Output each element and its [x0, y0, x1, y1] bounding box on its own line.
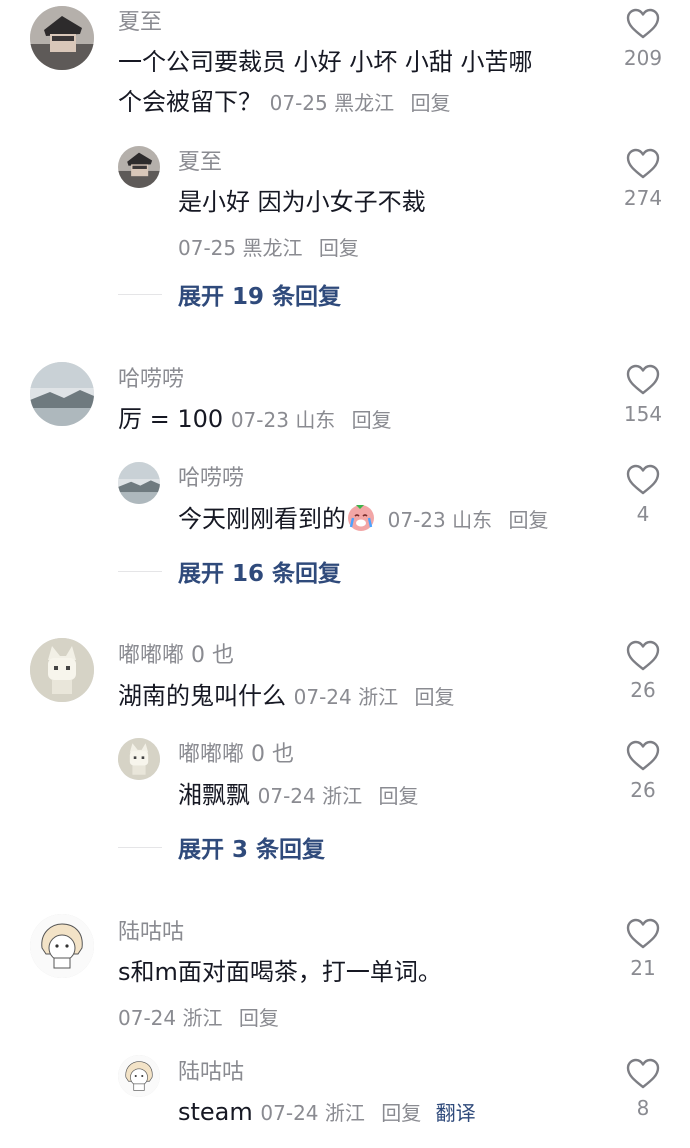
- reply-button[interactable]: 回复: [319, 236, 359, 260]
- divider: [118, 293, 162, 295]
- like-button[interactable]: 209: [618, 8, 668, 70]
- comment-text[interactable]: 一个公司要裁员 小好 小坏 小甜 小苦哪 个会被留下？ 07-25 黑龙江 回复: [118, 42, 588, 123]
- heart-outline-icon: [626, 8, 660, 40]
- heart-outline-icon: [626, 740, 660, 772]
- comment-date: 07-25: [269, 91, 328, 115]
- expand-replies-label: 展开 19 条回复: [178, 284, 342, 310]
- translate-button[interactable]: 翻译: [436, 1101, 476, 1125]
- reply-date: 07-24: [260, 1101, 319, 1125]
- crying-face-emoji: [348, 505, 374, 531]
- heart-outline-icon: [626, 464, 660, 496]
- heart-outline-icon: [626, 640, 660, 672]
- comment-text[interactable]: 湖南的鬼叫什么 07-24 浙江 回复: [118, 676, 454, 717]
- reply-button[interactable]: 回复: [410, 91, 450, 115]
- like-count: 4: [636, 502, 650, 526]
- comment-text-continued: 个会被留下？: [118, 88, 262, 116]
- comment-date: 07-24: [118, 1006, 177, 1030]
- reply-button[interactable]: 回复: [378, 784, 418, 808]
- reply-text[interactable]: 是小好 因为小女子不裁: [178, 182, 426, 222]
- reply-location: 浙江: [324, 1101, 365, 1125]
- like-count: 21: [630, 956, 656, 980]
- like-count: 274: [623, 186, 663, 210]
- avatar[interactable]: [30, 362, 94, 426]
- reply-meta: 07-25 黑龙江 回复: [178, 232, 359, 261]
- heart-outline-icon: [626, 1058, 660, 1090]
- like-button[interactable]: 8: [618, 1058, 668, 1120]
- like-button[interactable]: 26: [618, 740, 668, 802]
- expand-replies-button[interactable]: 展开 3 条回复: [118, 832, 326, 863]
- heart-outline-icon: [626, 918, 660, 950]
- like-button[interactable]: 154: [618, 364, 668, 426]
- comment-username[interactable]: 夏至: [118, 10, 162, 36]
- comment-date: 07-24: [293, 685, 352, 709]
- reply-text-content: steam: [178, 1098, 253, 1126]
- comment-meta: 07-24 浙江 回复: [118, 1002, 279, 1031]
- comment-username[interactable]: 嘟嘟嘟 0 也: [118, 643, 234, 669]
- like-count: 8: [636, 1096, 650, 1120]
- reply-username[interactable]: 嘟嘟嘟 0 也: [178, 742, 294, 768]
- like-count: 26: [630, 778, 656, 802]
- reply-text-content: 今天刚刚看到的: [178, 505, 346, 533]
- reply-text[interactable]: steam 07-24 浙江 回复 翻译: [178, 1092, 476, 1133]
- reply-avatar[interactable]: [118, 738, 160, 780]
- expand-replies-label: 展开 16 条回复: [178, 561, 342, 587]
- comment-text-content: 厉 = 100: [118, 405, 224, 433]
- reply-avatar[interactable]: [118, 1055, 160, 1097]
- reply-avatar[interactable]: [118, 146, 160, 188]
- comment-location: 黑龙江: [334, 91, 395, 115]
- divider: [118, 846, 162, 848]
- reply-button[interactable]: 回复: [508, 508, 548, 532]
- comment-text-content: 湖南的鬼叫什么: [118, 682, 286, 710]
- reply-username[interactable]: 哈唠唠: [178, 466, 244, 492]
- reply-meta: 07-24 浙江 回复: [258, 784, 419, 808]
- comment-date: 07-23: [230, 408, 289, 432]
- reply-username[interactable]: 夏至: [178, 150, 222, 176]
- comment-text[interactable]: s和m面对面喝茶，打一单词。: [118, 952, 442, 992]
- like-button[interactable]: 26: [618, 640, 668, 702]
- reply-meta: 07-23 山东 回复: [388, 508, 549, 532]
- like-button[interactable]: 4: [618, 464, 668, 526]
- expand-replies-label: 展开 3 条回复: [178, 837, 326, 863]
- like-count: 26: [630, 678, 656, 702]
- comment-text-line: 一个公司要裁员 小好 小坏 小甜 小苦哪: [118, 48, 533, 76]
- reply-location: 浙江: [322, 784, 363, 808]
- avatar[interactable]: [30, 638, 94, 702]
- reply-date: 07-24: [257, 784, 316, 808]
- reply-text[interactable]: 今天刚刚看到的 07-23 山东 回复: [178, 499, 548, 540]
- reply-location: 黑龙江: [242, 236, 303, 260]
- comment-meta: 07-25 黑龙江 回复: [270, 91, 451, 115]
- reply-text-content: 湘飘飘: [178, 781, 250, 809]
- comment-location: 山东: [295, 408, 336, 432]
- avatar[interactable]: [30, 6, 94, 70]
- heart-outline-icon: [626, 364, 660, 396]
- avatar[interactable]: [30, 914, 94, 978]
- reply-button[interactable]: 回复: [414, 685, 454, 709]
- comment-text-line: 个会被留下？ 07-25 黑龙江 回复: [118, 82, 588, 123]
- comment-meta: 07-23 山东 回复: [231, 408, 392, 432]
- expand-replies-button[interactable]: 展开 19 条回复: [118, 279, 342, 310]
- comment-username[interactable]: 哈唠唠: [118, 367, 184, 393]
- comment-location: 浙江: [358, 685, 399, 709]
- reply-text[interactable]: 湘飘飘 07-24 浙江 回复: [178, 775, 418, 816]
- comment-text[interactable]: 厉 = 100 07-23 山东 回复: [118, 399, 392, 440]
- reply-button[interactable]: 回复: [239, 1006, 279, 1030]
- reply-meta: 07-24 浙江 回复 翻译: [260, 1101, 475, 1125]
- comment-meta: 07-24 浙江 回复: [294, 685, 455, 709]
- expand-replies-button[interactable]: 展开 16 条回复: [118, 556, 342, 587]
- reply-date: 07-23: [387, 508, 446, 532]
- divider: [118, 570, 162, 572]
- reply-username[interactable]: 陆咕咕: [178, 1060, 244, 1086]
- like-button[interactable]: 274: [618, 148, 668, 210]
- reply-avatar[interactable]: [118, 462, 160, 504]
- like-count: 209: [623, 46, 663, 70]
- heart-outline-icon: [626, 148, 660, 180]
- like-count: 154: [623, 402, 663, 426]
- like-button[interactable]: 21: [618, 918, 668, 980]
- reply-button[interactable]: 回复: [381, 1101, 421, 1125]
- reply-date: 07-25: [178, 236, 237, 260]
- reply-location: 山东: [452, 508, 493, 532]
- comment-location: 浙江: [182, 1006, 223, 1030]
- comment-username[interactable]: 陆咕咕: [118, 920, 184, 946]
- reply-button[interactable]: 回复: [352, 408, 392, 432]
